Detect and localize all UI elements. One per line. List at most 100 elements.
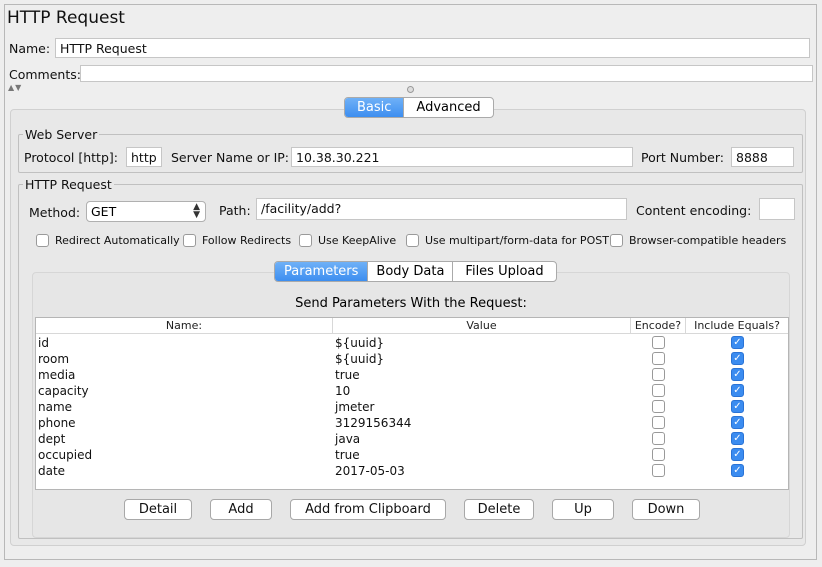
redirect-automatically-option[interactable]: Redirect Automatically (36, 233, 180, 248)
comments-field[interactable] (80, 65, 813, 82)
checkbox-icon[interactable] (610, 233, 623, 247)
content-encoding-label: Content encoding: (636, 203, 752, 218)
tab-basic[interactable]: Basic (345, 98, 404, 117)
include-equals-checkbox[interactable]: ✓ (731, 384, 744, 397)
param-name-cell[interactable]: date (38, 463, 65, 479)
use-keepalive-option[interactable]: Use KeepAlive (299, 233, 397, 248)
port-label: Port Number: (641, 150, 724, 165)
table-row[interactable]: name jmeter ✓ (36, 399, 788, 415)
table-row[interactable]: capacity 10 ✓ (36, 383, 788, 399)
include-equals-checkbox[interactable]: ✓ (731, 352, 744, 365)
include-equals-checkbox[interactable]: ✓ (731, 336, 744, 349)
browser-compatible-label: Browser-compatible headers (629, 234, 787, 247)
checkbox-icon[interactable] (183, 233, 196, 247)
down-button[interactable]: Down (632, 499, 700, 520)
param-name-cell[interactable]: dept (38, 431, 65, 447)
add-from-clipboard-button[interactable]: Add from Clipboard (290, 499, 446, 520)
encode-checkbox[interactable] (652, 368, 665, 381)
method-select[interactable]: GET ▲ ▼ (86, 201, 206, 222)
method-value: GET (91, 204, 117, 219)
table-row[interactable]: date 2017-05-03 ✓ (36, 463, 788, 479)
include-equals-checkbox[interactable]: ✓ (731, 416, 744, 429)
up-down-chevron-icon: ▲ ▼ (193, 202, 200, 220)
param-name-cell[interactable]: room (38, 351, 69, 367)
table-row[interactable]: occupied true ✓ (36, 447, 788, 463)
port-field[interactable]: 8888 (731, 147, 794, 167)
table-row[interactable]: media true ✓ (36, 367, 788, 383)
tab-advanced[interactable]: Advanced (403, 98, 492, 117)
encode-checkbox[interactable] (652, 400, 665, 413)
add-button[interactable]: Add (210, 499, 272, 520)
name-field[interactable]: HTTP Request (55, 38, 810, 58)
param-name-cell[interactable]: phone (38, 415, 76, 431)
tab-body-data[interactable]: Body Data (367, 262, 452, 281)
table-row[interactable]: room ${uuid} ✓ (36, 351, 788, 367)
path-field[interactable]: /facility/add? (256, 198, 627, 220)
include-equals-checkbox[interactable]: ✓ (731, 464, 744, 477)
column-header-encode[interactable]: Encode? (631, 318, 686, 334)
parameters-table[interactable]: Name: Value Encode? Include Equals? id ${… (35, 317, 789, 490)
protocol-field[interactable]: http (126, 147, 162, 167)
table-caption: Send Parameters With the Request: (295, 296, 527, 311)
web-server-legend: Web Server (25, 127, 98, 142)
encode-checkbox[interactable] (652, 336, 665, 349)
param-value-cell[interactable]: ${uuid} (335, 335, 384, 351)
checkbox-icon[interactable] (299, 233, 312, 247)
multipart-option[interactable]: Use multipart/form-data for POST (406, 233, 609, 248)
follow-redirects-label: Follow Redirects (202, 234, 292, 247)
table-row[interactable]: dept java ✓ (36, 431, 788, 447)
multipart-label: Use multipart/form-data for POST (425, 234, 609, 247)
include-equals-checkbox[interactable]: ✓ (731, 400, 744, 413)
server-name-label: Server Name or IP: (171, 150, 290, 165)
column-header-name[interactable]: Name: (36, 318, 333, 334)
path-label: Path: (219, 203, 251, 218)
parameter-tabs: Parameters Body Data Files Upload (274, 261, 557, 282)
param-name-cell[interactable]: id (38, 335, 49, 351)
delete-button[interactable]: Delete (464, 499, 534, 520)
column-header-include-equals[interactable]: Include Equals? (686, 318, 788, 334)
include-equals-checkbox[interactable]: ✓ (731, 432, 744, 445)
encode-checkbox[interactable] (652, 448, 665, 461)
use-keepalive-label: Use KeepAlive (318, 234, 397, 247)
tab-parameters[interactable]: Parameters (275, 262, 368, 281)
name-label: Name: (9, 41, 51, 56)
param-value-cell[interactable]: true (335, 367, 360, 383)
param-name-cell[interactable]: name (38, 399, 72, 415)
encode-checkbox[interactable] (652, 384, 665, 397)
tab-files-upload[interactable]: Files Upload (452, 262, 555, 281)
param-value-cell[interactable]: true (335, 447, 360, 463)
splitter-arrows-icon[interactable]: ▲▼ (8, 83, 22, 92)
param-value-cell[interactable]: jmeter (335, 399, 374, 415)
encode-checkbox[interactable] (652, 416, 665, 429)
include-equals-checkbox[interactable]: ✓ (731, 368, 744, 381)
include-equals-checkbox[interactable]: ✓ (731, 448, 744, 461)
encode-checkbox[interactable] (652, 432, 665, 445)
column-header-value[interactable]: Value (333, 318, 631, 334)
table-row[interactable]: phone 3129156344 ✓ (36, 415, 788, 431)
checkbox-icon[interactable] (406, 233, 419, 247)
browser-compatible-option[interactable]: Browser-compatible headers (610, 233, 787, 248)
param-value-cell[interactable]: 3129156344 (335, 415, 411, 431)
detail-button[interactable]: Detail (124, 499, 192, 520)
param-value-cell[interactable]: java (335, 431, 360, 447)
checkbox-icon[interactable] (36, 233, 49, 247)
table-row[interactable]: id ${uuid} ✓ (36, 335, 788, 351)
param-name-cell[interactable]: media (38, 367, 75, 383)
content-encoding-field[interactable] (759, 198, 795, 220)
param-value-cell[interactable]: ${uuid} (335, 351, 384, 367)
splitter-handle-icon[interactable] (407, 86, 414, 93)
param-name-cell[interactable]: occupied (38, 447, 92, 463)
server-name-field[interactable]: 10.38.30.221 (291, 147, 633, 167)
param-value-cell[interactable]: 2017-05-03 (335, 463, 405, 479)
param-name-cell[interactable]: capacity (38, 383, 89, 399)
redirect-automatically-label: Redirect Automatically (55, 234, 180, 247)
mode-tabs: Basic Advanced (344, 97, 494, 118)
http-request-legend: HTTP Request (25, 177, 112, 192)
param-value-cell[interactable]: 10 (335, 383, 350, 399)
encode-checkbox[interactable] (652, 352, 665, 365)
panel-title: HTTP Request (7, 8, 125, 28)
comments-label: Comments: (9, 67, 81, 82)
follow-redirects-option[interactable]: Follow Redirects (183, 233, 292, 248)
encode-checkbox[interactable] (652, 464, 665, 477)
up-button[interactable]: Up (552, 499, 614, 520)
